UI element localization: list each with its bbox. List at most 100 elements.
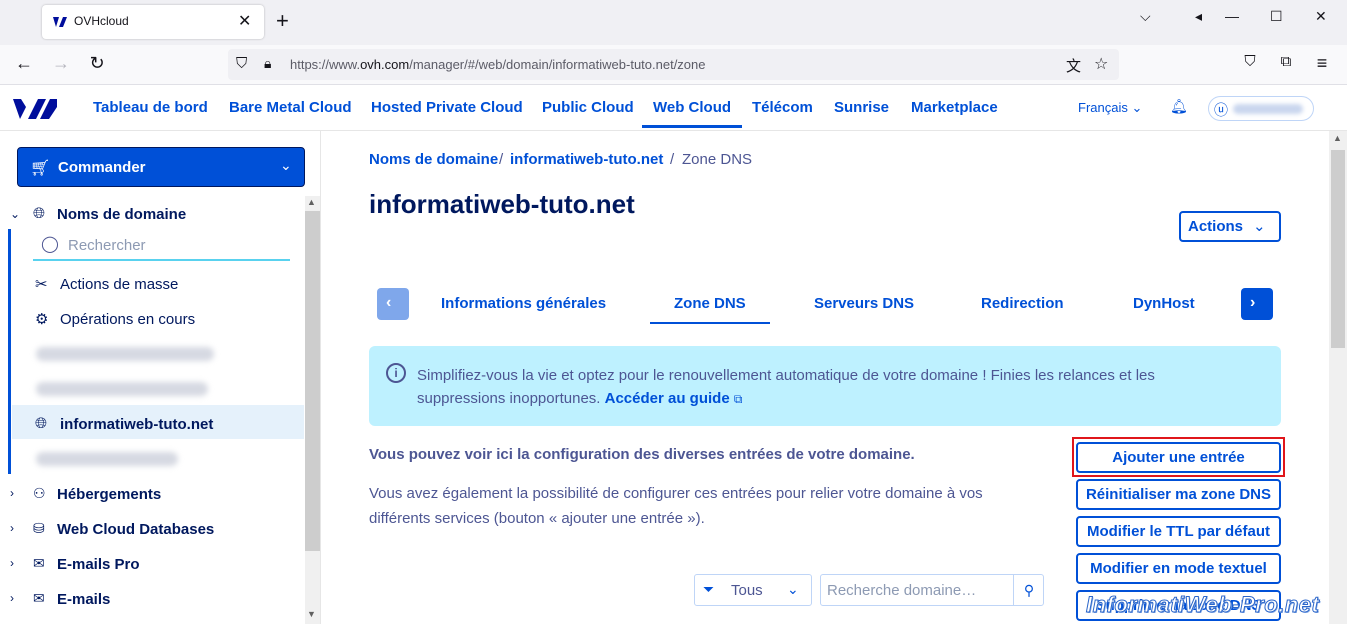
- tab-informations-generales[interactable]: Informations générales: [441, 295, 606, 312]
- app-menu-icon[interactable]: ≡: [1310, 53, 1334, 74]
- browser-navbar: ← → ↻ ⛉ 🔒︎ https://www.ovh.com/manager/#…: [0, 45, 1347, 85]
- breadcrumb-domain[interactable]: informatiweb-tuto.net: [510, 151, 663, 168]
- close-window-icon[interactable]: ✕: [1315, 8, 1327, 25]
- menu-web-cloud[interactable]: Web Cloud: [642, 99, 743, 128]
- record-type-filter[interactable]: ⏷ Tous ⌄: [694, 574, 812, 606]
- close-tab-icon[interactable]: ✕: [238, 11, 251, 31]
- sidebar-item-blurred-domain[interactable]: [36, 347, 214, 361]
- sidebar-item-blurred-domain[interactable]: [36, 452, 178, 466]
- user-icon: ⓤ: [1214, 102, 1228, 118]
- sidebar-section-line: [8, 229, 11, 474]
- domain-search-input[interactable]: Recherche domaine… ⚲: [820, 574, 1044, 606]
- back-icon[interactable]: ←: [12, 53, 36, 74]
- external-link-icon: ⧉: [733, 392, 743, 406]
- chevron-down-icon: ⌄: [1131, 100, 1143, 115]
- sidebar-item-noms-de-domaine[interactable]: Noms de domaine: [57, 206, 186, 223]
- cart-icon: 🛒︎: [30, 160, 51, 177]
- globe-icon: 🌐︎: [35, 415, 48, 432]
- tabs-next-button[interactable]: ›: [1241, 288, 1273, 320]
- url-text: https://www.ovh.com/manager/#/web/domain…: [290, 57, 706, 72]
- forward-icon[interactable]: →: [49, 53, 73, 74]
- sidebar-item-emails-pro[interactable]: E-mails Pro: [57, 556, 140, 573]
- add-entry-button[interactable]: Ajouter une entrée: [1076, 442, 1281, 473]
- menu-tableau-de-bord[interactable]: Tableau de bord: [93, 99, 208, 116]
- sidebar-search-input[interactable]: ◯ Rechercher: [33, 231, 290, 261]
- sidebar-item-actions-de-masse[interactable]: Actions de masse: [60, 276, 178, 293]
- chevron-right-icon[interactable]: ›: [10, 591, 14, 605]
- commander-label: Commander: [58, 159, 146, 176]
- user-account-button[interactable]: ⓤ: [1208, 96, 1314, 121]
- filter-icon: ⏷: [703, 581, 715, 597]
- translate-icon[interactable]: 文: [1066, 55, 1081, 76]
- sidebar-item-hebergements[interactable]: Hébergements: [57, 486, 161, 503]
- commander-button[interactable]: 🛒︎ Commander ⌄: [17, 147, 305, 187]
- actions-dropdown[interactable]: Actions ⌄: [1179, 211, 1281, 242]
- user-name-blurred: [1233, 104, 1303, 114]
- sidebar-item-operations[interactable]: Opérations en cours: [60, 311, 195, 328]
- ovhcloud-logo-icon[interactable]: [12, 95, 58, 121]
- sidebar-item-informatiweb-tuto[interactable]: informatiweb-tuto.net: [60, 416, 213, 433]
- tab-dynhost[interactable]: DynHost: [1133, 295, 1195, 312]
- url-bar[interactable]: ⛉ 🔒︎ https://www.ovh.com/manager/#/web/d…: [228, 49, 1119, 80]
- lock-icon[interactable]: 🔒︎: [264, 55, 271, 72]
- ovh-favicon-icon: [53, 17, 67, 27]
- mail-icon: ✉︎: [33, 590, 45, 606]
- chevron-down-icon[interactable]: ⌄: [10, 207, 20, 221]
- sidebar: 🛒︎ Commander ⌄ ▲ ▼ ⌄ 🌐︎ Noms de domaine …: [0, 131, 321, 624]
- search-icon[interactable]: ⚲: [1013, 575, 1044, 605]
- scroll-up-icon[interactable]: ▲: [307, 197, 316, 207]
- reset-dns-zone-button[interactable]: Réinitialiser ma zone DNS: [1076, 479, 1281, 510]
- menu-hosted-private-cloud[interactable]: Hosted Private Cloud: [371, 99, 523, 116]
- watermark-text: InformatiWeb-Pro.net: [1085, 592, 1320, 618]
- shield-icon[interactable]: ⛉: [236, 55, 247, 72]
- sidebar-item-emails[interactable]: E-mails: [57, 591, 110, 608]
- breadcrumb-noms-de-domaine[interactable]: Noms de domaine: [369, 151, 498, 168]
- breadcrumb-current: Zone DNS: [682, 151, 753, 168]
- notifications-bell-icon[interactable]: 🔔︎: [1170, 98, 1188, 115]
- bookmark-star-icon[interactable]: ☆: [1094, 54, 1108, 74]
- browser-tabstrip: OVHcloud ✕ + ⌵ ◂ — ☐ ✕: [0, 0, 1347, 45]
- menu-bare-metal-cloud[interactable]: Bare Metal Cloud: [229, 99, 352, 116]
- window-menu-icon[interactable]: ◂: [1195, 8, 1202, 25]
- chevron-right-icon[interactable]: ›: [10, 486, 14, 500]
- tab-title: OVHcloud: [74, 14, 129, 28]
- description-text: Vous avez également la possibilité de co…: [369, 485, 983, 527]
- domain-search-placeholder: Recherche domaine…: [827, 582, 977, 599]
- sidebar-item-blurred-domain[interactable]: [36, 382, 208, 396]
- menu-marketplace[interactable]: Marketplace: [911, 99, 998, 116]
- extensions-icon[interactable]: ⧉: [1274, 53, 1298, 70]
- language-selector[interactable]: Français ⌄: [1078, 100, 1142, 116]
- scroll-down-icon[interactable]: ▼: [307, 609, 316, 619]
- main-scroll-thumb[interactable]: [1331, 150, 1345, 348]
- intro-text: Vous pouvez voir ici la configuration de…: [369, 446, 915, 463]
- info-icon: i: [386, 363, 406, 383]
- tab-list-icon[interactable]: ⌵: [1140, 8, 1151, 25]
- scroll-up-icon[interactable]: ▲: [1333, 133, 1342, 143]
- breadcrumb-separator: /: [499, 151, 504, 168]
- tab-zone-dns[interactable]: Zone DNS: [650, 295, 770, 324]
- tab-serveurs-dns[interactable]: Serveurs DNS: [814, 295, 914, 312]
- reload-icon[interactable]: ↻: [85, 53, 109, 74]
- gear-icon: ⚙︎: [35, 311, 49, 328]
- hosting-icon: ⚇: [33, 485, 46, 501]
- maximize-icon[interactable]: ☐: [1270, 8, 1283, 25]
- pocket-icon[interactable]: ⛉: [1238, 53, 1262, 70]
- banner-guide-link[interactable]: Accéder au guide: [605, 390, 730, 407]
- modify-ttl-button[interactable]: Modifier le TTL par défaut: [1076, 516, 1281, 547]
- sidebar-item-web-cloud-databases[interactable]: Web Cloud Databases: [57, 521, 214, 538]
- menu-telecom[interactable]: Télécom: [752, 99, 813, 116]
- tab-redirection[interactable]: Redirection: [981, 295, 1064, 312]
- sidebar-scroll-thumb[interactable]: [305, 211, 320, 551]
- actions-label: Actions: [1188, 218, 1244, 235]
- chevron-right-icon[interactable]: ›: [10, 521, 14, 535]
- filter-value: Tous: [731, 582, 763, 599]
- chevron-right-icon[interactable]: ›: [10, 556, 14, 570]
- browser-tab[interactable]: OVHcloud ✕: [42, 5, 264, 39]
- minimize-icon[interactable]: —: [1225, 8, 1239, 24]
- tabs-prev-button[interactable]: ‹: [377, 288, 409, 320]
- text-mode-button[interactable]: Modifier en mode textuel: [1076, 553, 1281, 584]
- menu-public-cloud[interactable]: Public Cloud: [542, 99, 634, 116]
- new-tab-button[interactable]: +: [276, 10, 289, 32]
- menu-sunrise[interactable]: Sunrise: [834, 99, 889, 116]
- ovh-header: Tableau de bord Bare Metal Cloud Hosted …: [0, 85, 1347, 131]
